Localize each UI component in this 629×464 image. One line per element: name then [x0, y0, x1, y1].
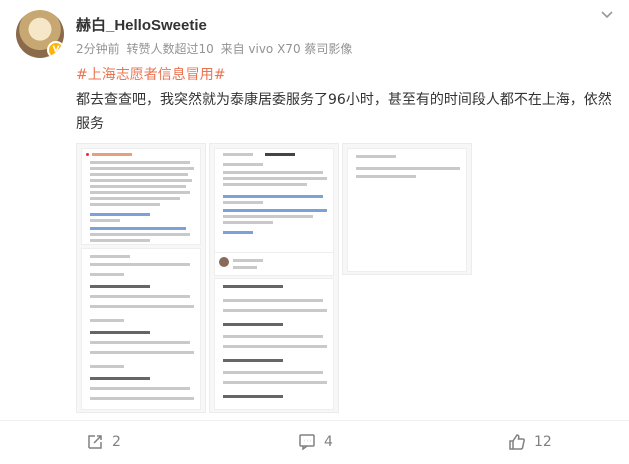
image-1-record-list: [81, 248, 201, 410]
comment-count: 4: [324, 434, 333, 450]
image-2-reply-row: [214, 252, 334, 276]
post-image-1[interactable]: [76, 143, 206, 413]
share-icon: [88, 435, 102, 449]
post-image-3[interactable]: [342, 143, 472, 275]
topic-link[interactable]: #上海志愿者信息冒用#: [76, 64, 225, 84]
share-button[interactable]: 2: [86, 433, 121, 451]
like-count: 12: [534, 434, 552, 450]
username[interactable]: 赫白_HelloSweetie: [76, 14, 207, 35]
image-grid: [76, 143, 556, 413]
like-icon: [509, 434, 525, 450]
image-3-table: [347, 148, 467, 272]
repost-note: 转赞人数超过10: [126, 42, 214, 56]
post-image-2[interactable]: [209, 143, 339, 413]
image-1-comment-block: [81, 148, 201, 245]
post-text: 都去查查吧，我突然就为泰康居委服务了96小时，甚至有的时间段人都不在上海，依然服…: [76, 92, 612, 132]
post-meta: 2分钟前 转赞人数超过10 来自 vivo X70 蔡司影像: [76, 40, 355, 57]
verified-badge-icon: V: [47, 41, 64, 58]
avatar[interactable]: V: [16, 10, 64, 58]
like-button[interactable]: 12: [508, 433, 552, 451]
comment-icon: [299, 434, 315, 451]
comment-button[interactable]: 4: [298, 433, 333, 451]
action-bar: 2 4 12: [0, 420, 629, 464]
chevron-down-icon[interactable]: [600, 8, 614, 24]
image-2-comment-block: [214, 148, 334, 268]
share-count: 2: [112, 434, 121, 450]
weibo-post-card: V 赫白_HelloSweetie 2分钟前 转赞人数超过10 来自 vivo …: [0, 0, 629, 463]
image-2-record-list: [214, 278, 334, 410]
post-source: 来自 vivo X70 蔡司影像: [220, 42, 353, 56]
post-time[interactable]: 2分钟前: [76, 42, 120, 56]
